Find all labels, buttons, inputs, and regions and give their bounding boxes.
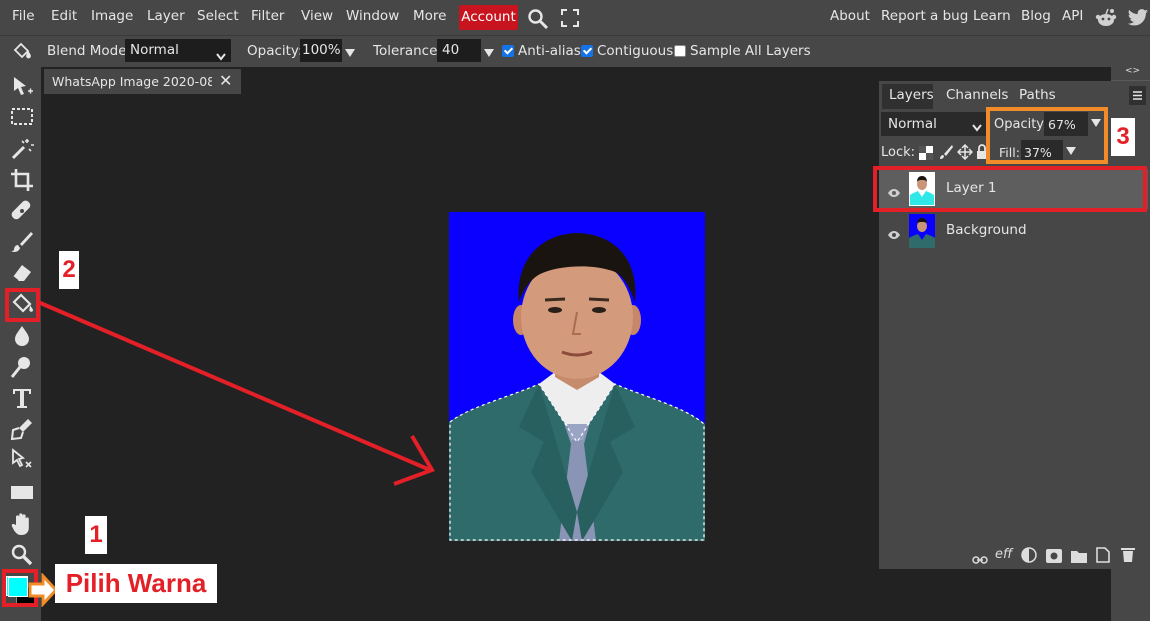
layer-blend-mode-value: Normal <box>888 116 937 132</box>
text-tool-icon[interactable] <box>9 385 35 411</box>
opacity-dropdown-icon[interactable] <box>345 49 355 57</box>
sample-all-layers-checkbox[interactable] <box>674 45 686 57</box>
brush-tool-icon[interactable] <box>9 229 35 255</box>
dodge-tool-icon[interactable] <box>9 354 35 380</box>
chevron-down-icon <box>216 46 226 61</box>
magic-wand-tool-icon[interactable] <box>9 136 35 162</box>
annotation-box-paint-bucket <box>5 288 40 322</box>
tolerance-dropdown-icon[interactable] <box>484 49 494 57</box>
tolerance-label: Tolerance: <box>373 43 442 59</box>
lock-label: Lock: <box>881 145 916 160</box>
step-3-label: 3 <box>1111 118 1135 156</box>
lock-transparency-icon[interactable] <box>919 145 933 160</box>
link-report-bug[interactable]: Report a bug <box>881 8 968 24</box>
tolerance-value: 40 <box>442 42 460 58</box>
blend-mode-select[interactable]: Normal <box>125 39 231 62</box>
menu-layer[interactable]: Layer <box>147 8 185 24</box>
reddit-icon[interactable] <box>1095 7 1117 29</box>
menu-bar: File Edit Image Layer Select Filter View… <box>0 0 1150 35</box>
new-layer-icon[interactable] <box>1096 547 1110 563</box>
menu-file[interactable]: File <box>12 8 35 24</box>
collapse-arrows-icon[interactable]: <> <box>1125 66 1140 76</box>
fullscreen-icon[interactable] <box>561 9 579 27</box>
path-select-tool-icon[interactable] <box>9 447 35 473</box>
blend-mode-label: Blend Mode: <box>47 43 132 59</box>
account-button[interactable]: Account <box>459 5 518 30</box>
move-tool-icon[interactable] <box>9 74 35 100</box>
lock-pixels-icon[interactable] <box>939 144 953 160</box>
layer-row-background[interactable]: Background <box>879 211 1148 251</box>
tool-options-bar: Blend Mode: Normal Opacity: 100% Toleran… <box>0 35 1150 67</box>
anti-alias-checkbox[interactable] <box>502 45 514 57</box>
new-group-icon[interactable] <box>1071 548 1087 563</box>
crop-tool-icon[interactable] <box>9 167 35 193</box>
zoom-tool-icon[interactable] <box>9 542 35 568</box>
opacity-value: 100% <box>302 42 341 58</box>
orange-arrow-icon <box>28 573 58 607</box>
contiguous-checkbox[interactable] <box>581 45 593 57</box>
healing-tool-icon[interactable] <box>9 198 35 224</box>
close-icon[interactable]: ✕ <box>219 71 232 90</box>
link-blog[interactable]: Blog <box>1021 8 1051 24</box>
menu-filter[interactable]: Filter <box>251 8 284 24</box>
layer-thumbnail <box>909 214 935 248</box>
pen-tool-icon[interactable] <box>9 416 35 442</box>
menu-image[interactable]: Image <box>91 8 133 24</box>
document-tab[interactable]: WhatsApp Image 2020-08- ✕ <box>44 69 241 94</box>
paint-bucket-tool-icon <box>12 42 32 60</box>
adjustment-layer-icon[interactable] <box>1021 547 1037 563</box>
menu-view[interactable]: View <box>301 8 333 24</box>
rectangle-tool-icon[interactable] <box>9 479 35 505</box>
lock-position-icon[interactable] <box>956 143 974 161</box>
foreground-color-swatch-large[interactable] <box>8 577 28 597</box>
link-about[interactable]: About <box>830 8 870 24</box>
step-1-label: 1 <box>85 516 107 554</box>
document-tab-title: WhatsApp Image 2020-08- <box>52 74 212 89</box>
search-icon[interactable] <box>527 8 549 30</box>
eraser-tool-icon[interactable] <box>9 260 35 286</box>
link-layers-icon[interactable] <box>972 550 988 564</box>
visibility-eye-icon[interactable] <box>887 225 901 239</box>
layer-name: Background <box>946 222 1027 238</box>
blend-mode-value: Normal <box>130 42 179 58</box>
twitter-icon[interactable] <box>1127 8 1149 28</box>
menu-window[interactable]: Window <box>346 8 399 24</box>
pick-color-label: Pilih Warna <box>55 564 217 603</box>
layers-footer: eff <box>879 543 1148 569</box>
tab-paths[interactable]: Paths <box>1019 87 1056 103</box>
step-2-label: 2 <box>59 251 79 289</box>
menu-more[interactable]: More <box>413 8 446 24</box>
toolbar <box>0 66 41 621</box>
hand-tool-icon[interactable] <box>9 511 35 537</box>
link-learn[interactable]: Learn <box>973 8 1011 24</box>
opacity-input[interactable]: 100% <box>300 39 342 62</box>
tolerance-input[interactable]: 40 <box>437 39 481 62</box>
opacity-label: Opacity: <box>247 43 303 59</box>
contiguous-label: Contiguous <box>597 43 674 59</box>
blur-tool-icon[interactable] <box>9 323 35 349</box>
menu-select[interactable]: Select <box>197 8 239 24</box>
anti-alias-label: Anti-alias <box>518 43 581 59</box>
marquee-tool-icon[interactable] <box>9 104 35 130</box>
panel-menu-icon[interactable] <box>1129 86 1146 105</box>
annotation-box-layer <box>873 166 1147 212</box>
layer-blend-mode-select[interactable]: Normal <box>881 112 986 136</box>
menu-edit[interactable]: Edit <box>51 8 77 24</box>
canvas-image[interactable] <box>449 212 705 541</box>
layer-mask-icon[interactable] <box>1046 548 1062 563</box>
link-api[interactable]: API <box>1062 8 1083 24</box>
layer-effects-icon[interactable]: eff <box>995 547 1012 562</box>
tab-layers[interactable]: Layers <box>889 87 934 103</box>
chevron-down-icon <box>972 120 982 132</box>
delete-layer-icon[interactable] <box>1121 546 1135 563</box>
annotation-box-opacity <box>986 107 1108 164</box>
sample-all-layers-label: Sample All Layers <box>690 43 811 59</box>
tab-channels[interactable]: Channels <box>946 87 1008 103</box>
